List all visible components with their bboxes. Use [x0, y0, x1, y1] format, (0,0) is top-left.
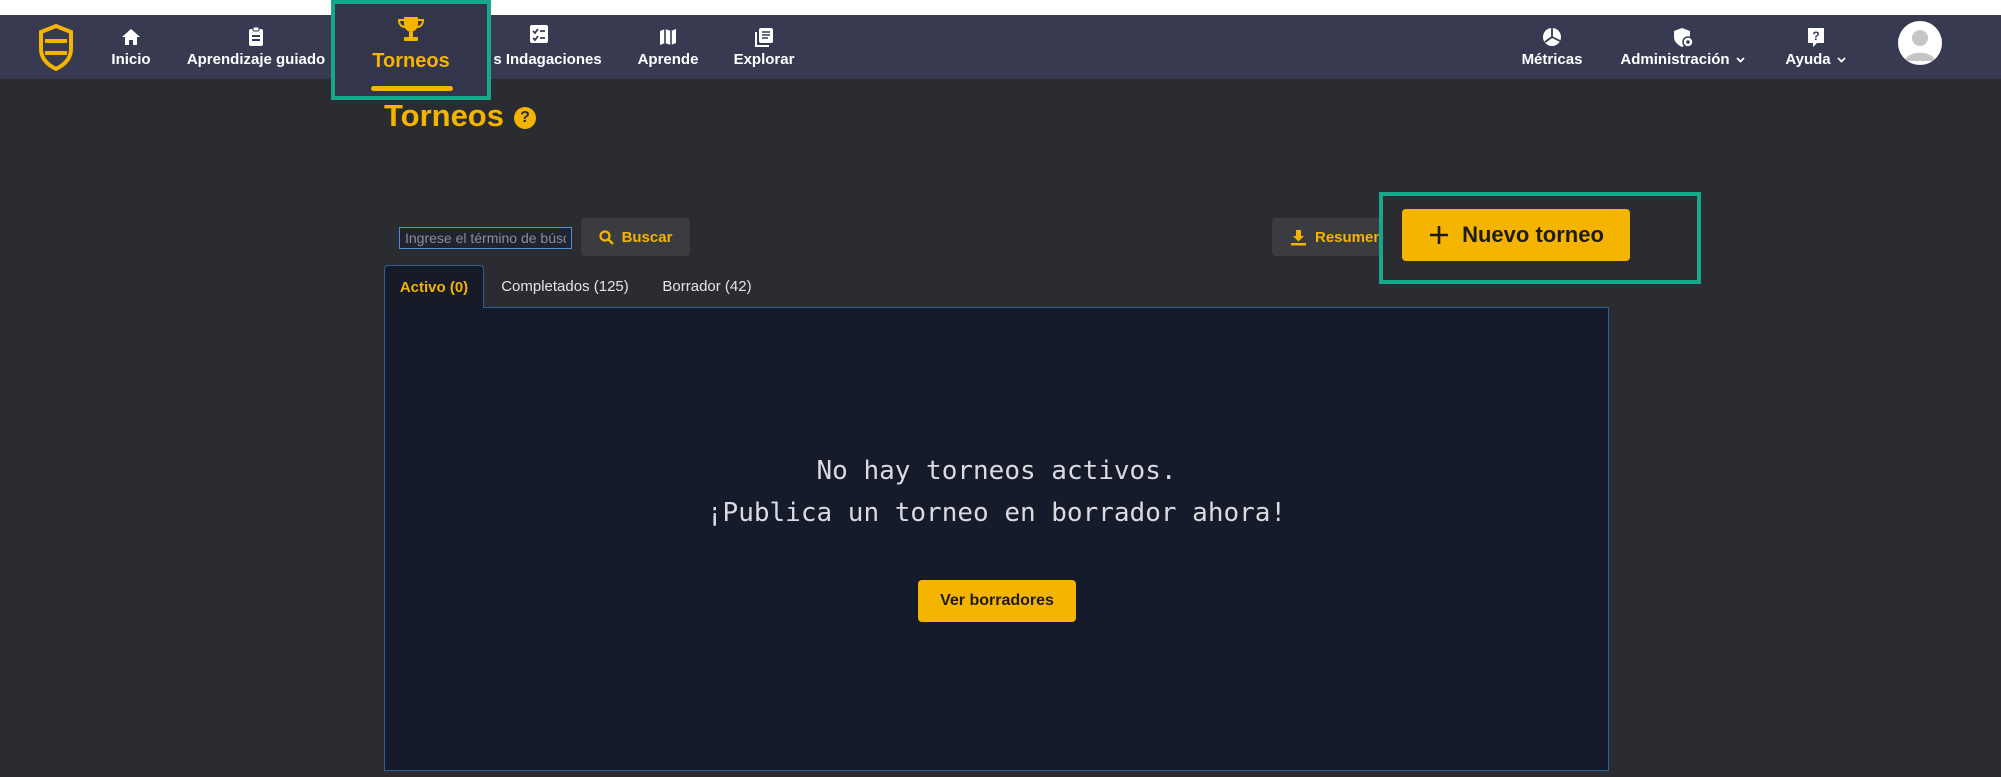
chevron-down-icon — [1837, 57, 1846, 63]
app-logo[interactable] — [37, 23, 75, 71]
nav-inicio-label: Inicio — [111, 51, 151, 68]
chevron-down-icon — [1735, 57, 1745, 63]
help-icon[interactable]: ? — [514, 107, 536, 129]
shield-gear-icon — [1672, 26, 1694, 48]
nav-ayuda[interactable]: ? Ayuda — [1784, 15, 1848, 79]
search-icon — [598, 229, 614, 245]
top-navbar: Inicio Aprendizaje guiado s Indagaciones… — [0, 15, 2001, 79]
resumen-button[interactable]: Resumen — [1272, 218, 1382, 256]
nav-aprende[interactable]: Aprende — [636, 15, 700, 79]
plus-icon — [1430, 226, 1449, 244]
nav-aprende-label: Aprende — [637, 51, 699, 68]
user-silhouette-icon — [1905, 30, 1935, 61]
map-icon — [657, 26, 679, 48]
resumen-button-label: Resumen — [1315, 228, 1382, 246]
nav-indagaciones-label: s Indagaciones — [493, 51, 602, 68]
nav-torneos[interactable]: Torneos — [331, 0, 491, 100]
empty-state-hint: ¡Publica un torneo en borrador ahora! — [706, 498, 1287, 528]
nav-metricas-label: Métricas — [1521, 51, 1583, 68]
checklist-icon — [528, 23, 550, 45]
tab-activo[interactable]: Activo (0) — [384, 265, 484, 308]
tab-borrador[interactable]: Borrador (42) — [650, 265, 764, 308]
empty-state-message: No hay torneos activos. — [816, 456, 1177, 486]
new-tournament-label: Nuevo torneo — [1462, 222, 1604, 247]
page-title-text: Torneos — [384, 98, 504, 133]
library-icon — [753, 26, 775, 48]
nav-inicio[interactable]: Inicio — [111, 15, 151, 79]
nav-explorar-label: Explorar — [733, 51, 795, 68]
question-icon: ? — [1805, 26, 1827, 48]
svg-text:?: ? — [1812, 29, 1819, 43]
user-avatar[interactable] — [1898, 21, 1942, 65]
new-tournament-button[interactable]: Nuevo torneo — [1402, 209, 1630, 261]
nav-aprendizaje-guiado-label: Aprendizaje guiado — [186, 51, 326, 68]
page-title: Torneos ? — [384, 98, 536, 134]
nav-ayuda-label: Ayuda — [1785, 51, 1831, 68]
nav-torneos-label: Torneos — [372, 50, 450, 72]
nav-aprendizaje-guiado[interactable]: Aprendizaje guiado — [186, 15, 326, 79]
nav-indagaciones[interactable]: s Indagaciones — [490, 15, 605, 79]
nav-metricas[interactable]: Métricas — [1519, 15, 1585, 79]
search-button-label: Buscar — [621, 228, 673, 246]
download-icon — [1291, 229, 1306, 245]
view-drafts-button[interactable]: Ver borradores — [918, 580, 1076, 622]
nav-explorar[interactable]: Explorar — [732, 15, 796, 79]
tab-completados[interactable]: Completados (125) — [492, 265, 638, 308]
active-tab-indicator — [371, 86, 453, 91]
clipboard-icon — [245, 26, 267, 48]
home-icon — [120, 26, 142, 48]
nav-administracion[interactable]: Administración — [1617, 15, 1749, 79]
trophy-icon — [396, 14, 426, 44]
pie-chart-icon — [1541, 26, 1563, 48]
search-button[interactable]: Buscar — [581, 218, 690, 256]
tab-content-panel: No hay torneos activos. ¡Publica un torn… — [384, 307, 1609, 771]
nav-administracion-label: Administración — [1620, 51, 1730, 68]
search-input[interactable] — [399, 227, 572, 249]
window-top-strip — [0, 0, 2001, 15]
